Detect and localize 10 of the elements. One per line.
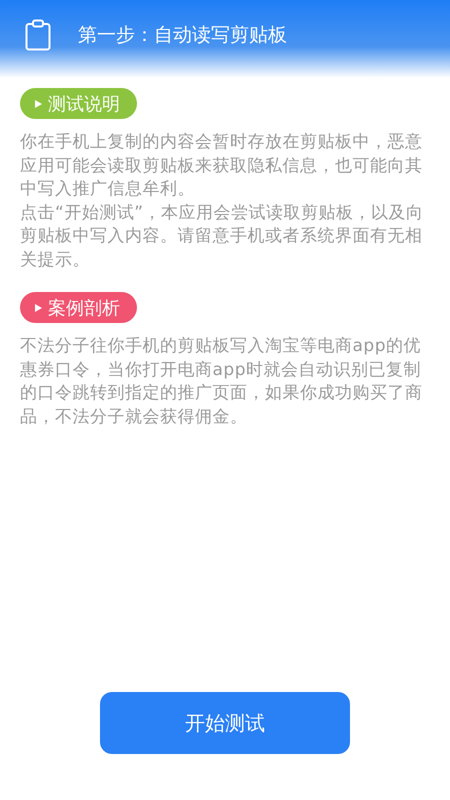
description-text: 你在手机上复制的内容会暂时存放在剪贴板中，恶意应用可能会读取剪贴板来获取隐私信息，也可能向其中写入推广信息牟利。 — [20, 131, 424, 201]
section-label: 测试说明 — [48, 92, 120, 116]
description-text: 不法分子往你手机的剪贴板写入淘宝等电商app的优惠券口令，当你打开电商app时就会自动识别已复制的口令跳转到指定的推广页面，如果你成功购买了商品，不法分子就会获得佣金。 — [20, 335, 424, 428]
triangle-icon — [35, 100, 42, 108]
clipboard-icon — [25, 19, 51, 51]
page-title: 第一步：自动读写剪贴板 — [78, 23, 287, 48]
description-text: 点击“开始测试”，本应用会尝试读取剪贴板，以及向剪贴板中写入内容。请留意手机或者系统界面有无相关提示。 — [20, 202, 425, 272]
section-label: 案例剖析 — [48, 296, 120, 320]
start-test-button[interactable]: 开始测试 — [100, 692, 350, 754]
triangle-icon — [35, 304, 42, 312]
